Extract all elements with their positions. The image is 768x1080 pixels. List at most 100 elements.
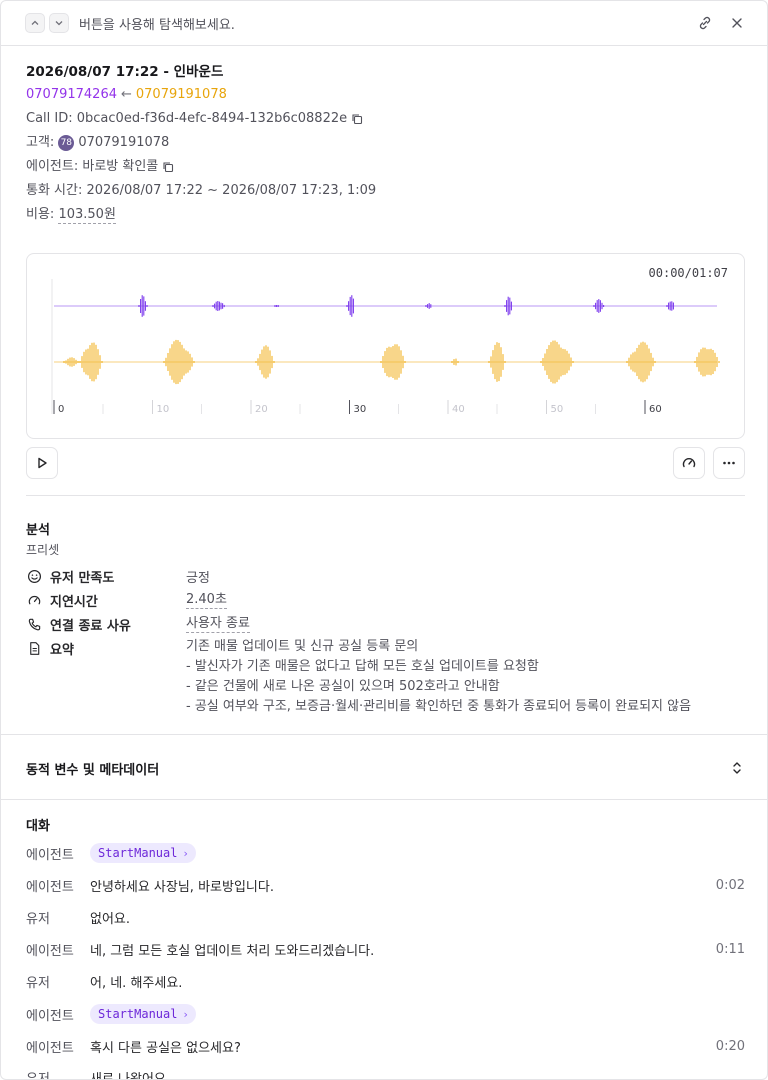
call-info: 2026/08/07 17:22 - 인바운드 07079174264 ← 07…: [26, 61, 746, 227]
playback-speed-button[interactable]: [673, 447, 705, 479]
analysis-row-latency: 지연시간 2.40초: [26, 588, 746, 612]
message-time[interactable]: 0:11: [716, 942, 745, 957]
message-role: 에이전트: [26, 943, 74, 959]
message-text: 혹시 다른 공실은 없으세요?: [90, 1040, 241, 1056]
summary-line: - 같은 건물에 새로 나온 공실이 있으며 502호라고 안내함: [186, 679, 500, 694]
play-button[interactable]: [26, 447, 58, 479]
cost-value[interactable]: 103.50원: [58, 207, 116, 224]
analysis-row-satisfaction: 유저 만족도 긍정: [26, 564, 746, 588]
copy-icon[interactable]: [162, 161, 174, 173]
more-options-button[interactable]: [713, 447, 745, 479]
agent-name: 바로방 확인콜: [82, 159, 159, 174]
time-axis-label: 20: [255, 404, 268, 415]
tool-call-chip[interactable]: StartManual ›: [90, 843, 196, 863]
call-id-label: Call ID:: [26, 111, 73, 126]
audio-waveform[interactable]: 00:00/01:07 0 10 20 30 40 50 60: [26, 253, 745, 439]
duration-row: 통화 시간: 2026/08/07 17:22 ~ 2026/08/07 17:…: [26, 179, 746, 203]
chevron-up-icon: [31, 20, 39, 25]
message-text: 어, 네. 해주세요.: [90, 975, 183, 991]
gauge-icon: [26, 592, 42, 608]
analysis-label: 연결 종료 사유: [50, 618, 131, 634]
more-horizontal-icon: [723, 461, 735, 465]
summary-line: - 발신자가 기존 매물은 없다고 답해 모든 호실 업데이트를 요청함: [186, 659, 539, 674]
tool-call-chip[interactable]: StartManual ›: [90, 1004, 196, 1024]
message-time[interactable]: 0:20: [716, 1039, 745, 1054]
direction-arrow: ←: [120, 87, 132, 102]
play-icon: [38, 457, 47, 469]
time-axis-label: 0: [58, 404, 64, 415]
message-row: 에이전트 네, 그럼 모든 호실 업데이트 처리 도와드리겠습니다. 0:11: [26, 937, 745, 961]
message-time[interactable]: 0:02: [716, 878, 745, 893]
duration-value: 2026/08/07 17:22 ~ 2026/08/07 17:23, 1:0…: [86, 183, 377, 198]
metadata-title: 동적 변수 및 메타데이터: [26, 762, 160, 778]
summary-headline: 기존 매물 업데이트 및 신규 공실 등록 문의: [186, 639, 419, 654]
cost-row: 비용: 103.50원: [26, 203, 746, 227]
message-text: 없어요.: [90, 911, 131, 927]
message-row: 에이전트 StartManual ›: [26, 841, 745, 865]
time-axis-label: 50: [551, 404, 564, 415]
close-button[interactable]: [727, 13, 747, 33]
navigation-hint: 버튼을 사용해 탐색해보세요.: [79, 17, 235, 33]
document-icon: [26, 640, 42, 656]
conversation-title: 대화: [26, 819, 50, 834]
call-title: 2026/08/07 17:22 - 인바운드: [26, 64, 224, 80]
message-role: 에이전트: [26, 879, 74, 895]
metadata-toggle[interactable]: 동적 변수 및 메타데이터: [26, 757, 745, 779]
analysis-label: 요약: [50, 642, 74, 658]
section-divider: [1, 799, 767, 800]
customer-label: 고객:: [26, 135, 55, 150]
analysis-row-end-reason: 연결 종료 사유 사용자 종료: [26, 612, 746, 636]
customer-number[interactable]: 07079191078: [78, 131, 169, 155]
previous-button[interactable]: [25, 13, 45, 33]
section-divider: [26, 495, 745, 496]
message-role: 유저: [26, 911, 50, 927]
tool-call-name: StartManual: [98, 846, 178, 860]
analysis-value[interactable]: 사용자 종료: [186, 616, 250, 633]
analysis-label: 지연시간: [50, 594, 98, 610]
link-icon: [699, 16, 711, 30]
analysis-value: 긍정: [186, 570, 210, 586]
gauge-icon: [682, 458, 696, 468]
call-numbers: 07079174264 ← 07079191078: [26, 83, 746, 107]
time-axis-label: 60: [649, 404, 662, 415]
customer-badge: 78: [58, 135, 75, 151]
agent-row: 에이전트: 바로방 확인콜: [26, 155, 746, 179]
from-number[interactable]: 07079191078: [136, 83, 227, 107]
chevron-right-icon: ›: [183, 846, 188, 860]
message-row: 에이전트 StartManual ›: [26, 1002, 745, 1026]
analysis-label: 유저 만족도: [50, 570, 115, 586]
message-text: 네, 그럼 모든 호실 업데이트 처리 도와드리겠습니다.: [90, 943, 375, 959]
chevron-right-icon: ›: [183, 1007, 188, 1021]
message-text: 안녕하세요 사장님, 바로방입니다.: [90, 879, 274, 895]
message-row: 유저 없어요.: [26, 905, 745, 929]
message-text: 새로 나왔어요.: [90, 1071, 171, 1080]
agent-label: 에이전트:: [26, 159, 79, 174]
message-row: 유저 새로 나왔어요.: [26, 1065, 745, 1080]
time-axis-label: 40: [452, 404, 465, 415]
message-role: 유저: [26, 975, 50, 991]
analysis-preset: 프리셋: [26, 543, 60, 557]
call-id-value: 0bcac0ed-f36d-4efc-8494-132b6c08822e: [76, 111, 348, 126]
smile-icon: [26, 568, 42, 584]
time-axis-label: 30: [354, 404, 367, 415]
close-icon: [732, 18, 742, 28]
next-button[interactable]: [49, 13, 69, 33]
to-number[interactable]: 07079174264: [26, 83, 117, 107]
message-role: 유저: [26, 1071, 50, 1080]
top-bar: 버튼을 사용해 탐색해보세요.: [1, 1, 767, 46]
phone-icon: [26, 616, 42, 632]
call-detail-panel: 버튼을 사용해 탐색해보세요. 2026/08/07 17:22 - 인바운드 …: [0, 0, 768, 1080]
waveform-canvas[interactable]: 0 10 20 30 40 50 60: [27, 254, 746, 440]
message-role: 에이전트: [26, 1040, 74, 1056]
message-row: 에이전트 혹시 다른 공실은 없으세요? 0:20: [26, 1034, 745, 1058]
message-role: 에이전트: [26, 847, 74, 863]
message-row: 유저 어, 네. 해주세요.: [26, 969, 745, 993]
analysis-value[interactable]: 2.40초: [186, 592, 227, 609]
summary-text: 기존 매물 업데이트 및 신규 공실 등록 문의 - 발신자가 기존 매물은 없…: [186, 637, 746, 717]
message-role: 에이전트: [26, 1008, 74, 1024]
copy-icon[interactable]: [351, 113, 363, 125]
chevron-down-icon: [55, 21, 63, 26]
section-divider: [1, 734, 767, 735]
duration-label: 통화 시간:: [26, 183, 83, 198]
copy-link-button[interactable]: [695, 13, 715, 33]
